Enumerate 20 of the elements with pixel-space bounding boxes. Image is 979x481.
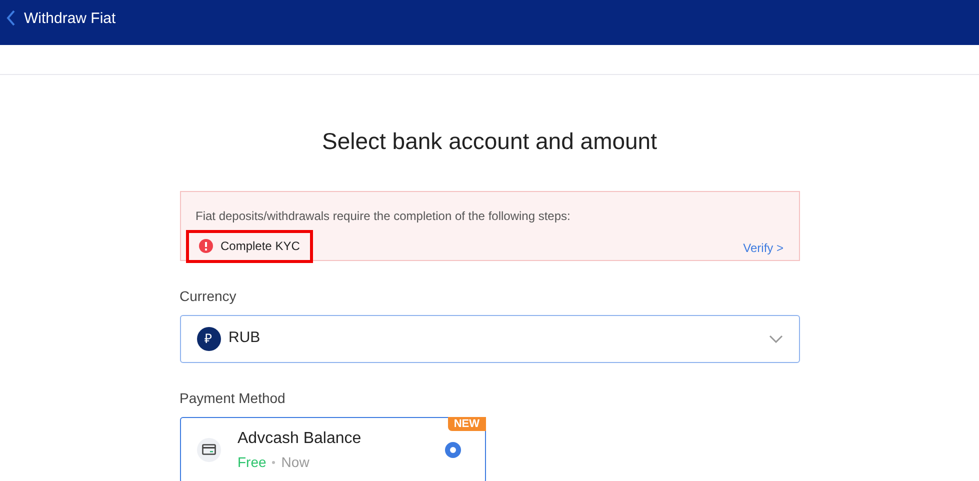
currency-icon: ₽ <box>196 326 220 350</box>
currency-select[interactable]: ₽ RUB <box>180 314 800 362</box>
card-icon <box>196 438 220 462</box>
currency-value: RUB <box>228 328 262 348</box>
back-icon[interactable] <box>6 10 16 26</box>
page-title: Withdraw Fiat <box>24 9 116 29</box>
step-label: Complete KYC <box>220 238 300 255</box>
verify-link[interactable]: Verify > <box>743 238 784 256</box>
currency-label: Currency <box>180 286 238 306</box>
fee-text: Free <box>238 452 266 472</box>
notice-message: Fiat deposits/withdrawals require the completion of the following steps: <box>196 208 572 224</box>
option-name: Advcash Balance <box>238 428 362 448</box>
alert-icon <box>198 239 212 253</box>
section-heading: Select bank account and amount <box>320 127 658 156</box>
radio-button[interactable] <box>444 442 460 458</box>
payment-method-label: Payment Method <box>180 388 286 408</box>
payment-option-card[interactable]: Advcash Balance Free Now NEW <box>180 416 486 481</box>
time-text: Now <box>281 452 310 472</box>
chevron-down-icon <box>768 334 782 342</box>
new-badge: NEW <box>448 416 486 430</box>
